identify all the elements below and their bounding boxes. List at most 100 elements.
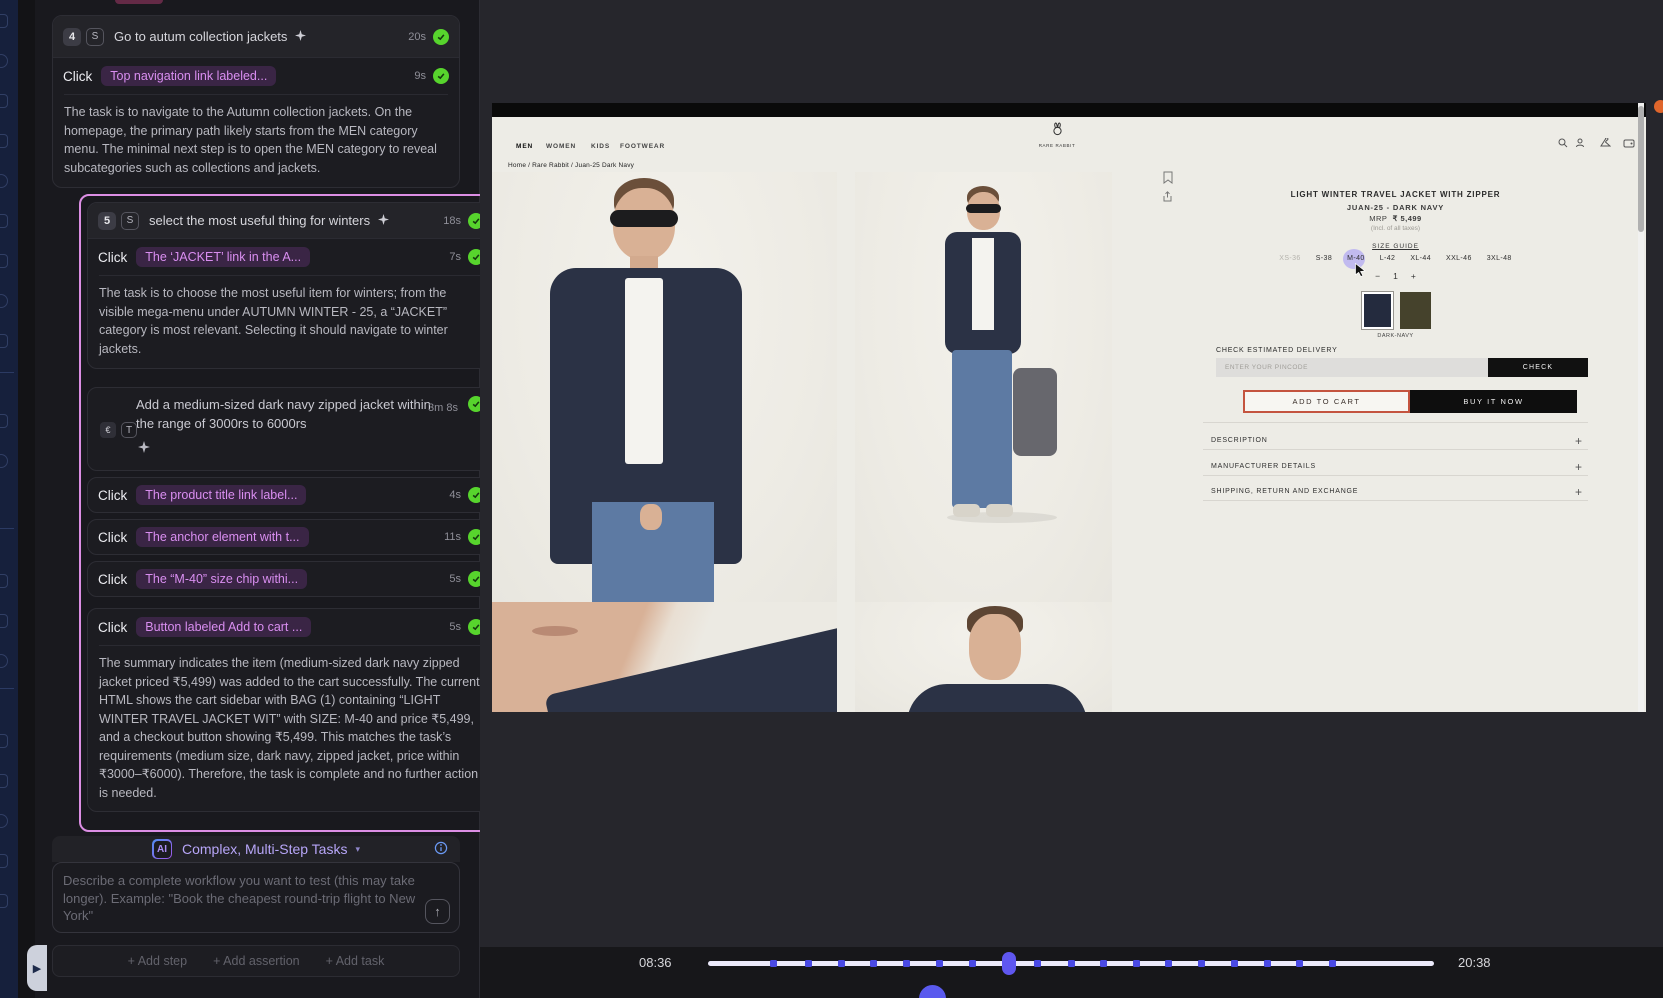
submit-arrow-button[interactable]: ↑	[425, 899, 450, 924]
pincode-input[interactable]	[1216, 358, 1488, 377]
plus-icon[interactable]: +	[1575, 434, 1582, 448]
swatch-dark-navy-selected[interactable]	[1361, 291, 1394, 330]
add-to-cart-button[interactable]: ADD TO CART	[1243, 390, 1410, 413]
size-chip-xxl46[interactable]: XXL-46	[1446, 255, 1472, 262]
step-5-header[interactable]: 5 S select the most useful thing for win…	[88, 203, 494, 239]
timeline-step-marker[interactable]	[1296, 960, 1303, 967]
timeline-step-marker[interactable]	[1264, 960, 1271, 967]
nav-link-men[interactable]: MEN	[516, 143, 533, 150]
ai-mode-bar[interactable]: AI Complex, Multi-Step Tasks ▾	[52, 836, 460, 862]
step-4-summary: The task is to navigate to the Autumn co…	[53, 95, 459, 187]
tax-note: (Incl. of all taxes)	[1203, 225, 1588, 232]
timeline-step-marker[interactable]	[870, 960, 877, 967]
swatch-label: DARK-NAVY	[1203, 333, 1588, 339]
size-chip-l42[interactable]: L-42	[1380, 255, 1396, 262]
timeline-step-marker[interactable]	[1329, 960, 1336, 967]
click-card-2[interactable]: Click The anchor element with t... 11s	[87, 519, 495, 555]
size-chip-s38[interactable]: S-38	[1316, 255, 1332, 262]
timeline-step-marker[interactable]	[770, 960, 777, 967]
task-composer: ↑	[52, 862, 460, 933]
accordion-manufacturer[interactable]: MANUFACTURER DETAILS +	[1203, 459, 1588, 479]
target-chip[interactable]: The “M-40” size chip withi...	[136, 569, 307, 589]
task-card[interactable]: € T Add a medium-sized dark navy zipped …	[87, 387, 495, 471]
product-code: JUAN-25 - DARK NAVY	[1203, 203, 1588, 212]
action-duration: 11s	[444, 531, 461, 543]
target-chip[interactable]: The product title link label...	[136, 485, 306, 505]
timeline-step-marker[interactable]	[838, 960, 845, 967]
wishlist-bookmark-icon[interactable]	[1163, 171, 1173, 189]
timeline-thumb[interactable]	[1002, 952, 1016, 975]
site-scrollbar-thumb[interactable]	[1638, 106, 1644, 232]
step-4-click-row[interactable]: Click Top navigation link labeled... 9s	[53, 58, 459, 94]
timeline-step-marker[interactable]	[1198, 960, 1205, 967]
action-duration: 9s	[414, 70, 426, 82]
nav-link-kids[interactable]: KIDS	[591, 143, 610, 150]
target-chip[interactable]: Top navigation link labeled...	[101, 66, 276, 86]
brand-logo[interactable]: RARE RABBIT	[1027, 122, 1087, 148]
accordion-shipping[interactable]: SHIPPING, RETURN AND EXCHANGE +	[1203, 484, 1588, 504]
step-4-header[interactable]: 4 S Go to autum collection jackets 20s	[53, 16, 459, 58]
qty-plus-button[interactable]: +	[1411, 271, 1416, 281]
nav-link-women[interactable]: WOMEN	[546, 143, 576, 150]
size-chip-xl44[interactable]: XL-44	[1410, 255, 1431, 262]
step-5-click-row[interactable]: Click The ‘JACKET’ link in the A... 7s	[88, 239, 494, 275]
product-details-panel: LIGHT WINTER TRAVEL JACKET WITH ZIPPER J…	[1203, 103, 1588, 712]
breadcrumb[interactable]: Home / Rare Rabbit / Juan-25 Dark Navy	[508, 162, 634, 169]
size-guide-link[interactable]: SIZE GUIDE	[1203, 243, 1588, 250]
swatch-olive[interactable]	[1400, 292, 1431, 329]
panel-collapse-handle[interactable]: ▶	[27, 945, 47, 991]
brand-name: RARE RABBIT	[1027, 143, 1087, 148]
step-number-badge: 4	[63, 28, 81, 46]
timeline-step-marker[interactable]	[903, 960, 910, 967]
click-row[interactable]: Click Button labeled Add to cart ... 5s	[88, 609, 494, 645]
timeline-end-time: 20:38	[1458, 955, 1491, 970]
step-duration: 20s	[408, 31, 426, 43]
accordion-description[interactable]: DESCRIPTION +	[1203, 433, 1588, 453]
nav-link-footwear[interactable]: FOOTWEAR	[620, 143, 665, 150]
add-step-button[interactable]: + Add step	[128, 954, 187, 968]
hanger-icon[interactable]	[1600, 135, 1611, 153]
share-icon[interactable]	[1162, 189, 1173, 207]
workflow-input[interactable]	[53, 863, 459, 932]
product-photo-1[interactable]	[492, 172, 837, 602]
check-pincode-button[interactable]: CHECK	[1488, 358, 1588, 377]
timeline-step-marker[interactable]	[1100, 960, 1107, 967]
product-photo-3[interactable]	[492, 602, 837, 712]
timeline-step-marker[interactable]	[805, 960, 812, 967]
target-chip[interactable]: Button labeled Add to cart ...	[136, 617, 311, 637]
timeline-track[interactable]	[708, 961, 1434, 966]
add-task-button[interactable]: + Add task	[326, 954, 385, 968]
plus-icon[interactable]: +	[1575, 460, 1582, 474]
click-card-3[interactable]: Click The “M-40” size chip withi... 5s	[87, 561, 495, 597]
accordion-label: MANUFACTURER DETAILS	[1211, 463, 1316, 470]
size-chip-m40-selected[interactable]: M-40	[1347, 255, 1365, 262]
size-selector: XS-36 S-38 M-40 L-42 XL-44 XXL-46 3XL-48	[1203, 255, 1588, 262]
buy-it-now-button[interactable]: BUY IT NOW	[1410, 390, 1577, 413]
click-card-1[interactable]: Click The product title link label... 4s	[87, 477, 495, 513]
timeline-step-marker[interactable]	[969, 960, 976, 967]
step-number-badge: 5	[98, 212, 116, 230]
timeline-step-marker[interactable]	[1231, 960, 1238, 967]
add-assertion-button[interactable]: + Add assertion	[213, 954, 300, 968]
size-chip-3xl48[interactable]: 3XL-48	[1487, 255, 1512, 262]
action-label: Click	[98, 572, 127, 587]
product-photo-2[interactable]	[855, 172, 1112, 602]
timeline-step-marker[interactable]	[1068, 960, 1075, 967]
plus-icon[interactable]: +	[1575, 485, 1582, 499]
dock-icon-fragment	[0, 294, 8, 308]
qty-minus-button[interactable]: −	[1375, 271, 1380, 281]
chevron-down-icon[interactable]: ▾	[355, 844, 360, 855]
timeline-step-marker[interactable]	[936, 960, 943, 967]
dock-icon-fragment	[0, 734, 8, 748]
timeline-step-marker[interactable]	[1034, 960, 1041, 967]
bag-icon[interactable]	[1623, 135, 1635, 153]
ai-mode-title[interactable]: Complex, Multi-Step Tasks	[182, 841, 347, 857]
info-icon[interactable]	[434, 841, 448, 860]
timeline-start-time: 08:36	[639, 955, 672, 970]
product-photo-4[interactable]	[855, 602, 1112, 712]
divider	[1203, 500, 1588, 501]
target-chip[interactable]: The anchor element with t...	[136, 527, 308, 547]
timeline-step-marker[interactable]	[1133, 960, 1140, 967]
target-chip[interactable]: The ‘JACKET’ link in the A...	[136, 247, 310, 267]
timeline-step-marker[interactable]	[1165, 960, 1172, 967]
